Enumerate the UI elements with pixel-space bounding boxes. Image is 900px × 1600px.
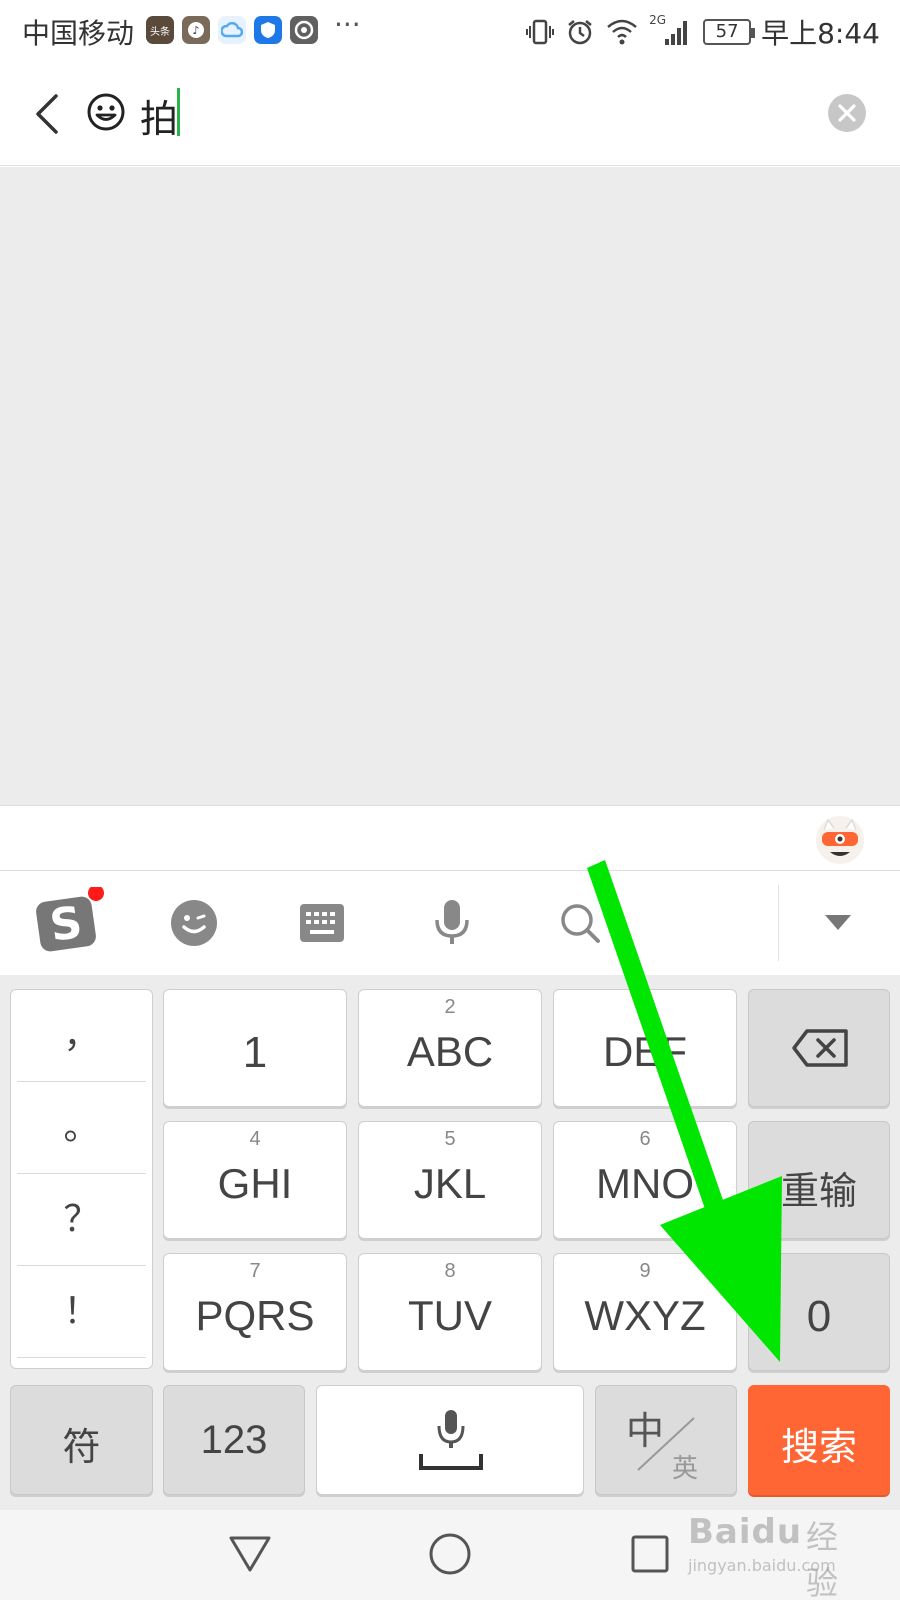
toolbar-divider [778,885,779,961]
clear-button[interactable] [828,94,866,132]
notification-icons: 头条 ♪ [146,16,318,44]
alarm-icon [568,20,592,45]
clock: 早上8:44 [761,17,880,50]
space-mic-icon [419,1410,483,1470]
ime-toolbar: S [0,871,900,975]
search-header: 拍 [0,62,900,166]
punct-question-key[interactable]: ？ [17,1174,146,1266]
mic-icon[interactable] [420,891,484,955]
keyboard: ， 。 ？ ！ 1 2 ABC DEF 4 GHI 5 JKL 6 MNO 重输… [0,975,900,1510]
cloud-app-icon [218,16,246,44]
key-mno[interactable]: 6 MNO [553,1121,737,1239]
candidate-bar [0,805,900,871]
watermark-brand: Baidu [688,1512,803,1552]
signal-icon: 2G [649,13,693,47]
chevron-left-icon [36,94,58,134]
backspace-icon [792,1029,848,1067]
camera-app-icon [290,16,318,44]
emoji-button[interactable] [86,92,126,132]
numbers-key[interactable]: 123 [163,1385,305,1495]
search-submit-key[interactable]: 搜索 [748,1385,890,1495]
toutiao-icon: 头条 [146,16,174,44]
baidu-jingyan-watermark: Baidu 经验 jingyan.baidu.com [688,1512,838,1600]
space-key[interactable] [316,1385,584,1495]
battery-indicator: 57 [703,19,756,45]
wifi-icon [607,19,637,45]
punct-period-key[interactable]: 。 [17,1082,146,1174]
watermark-url: jingyan.baidu.com [688,1556,836,1575]
key-pqrs[interactable]: 7 PQRS [163,1253,347,1371]
sogou-logo[interactable]: S [32,887,104,955]
recents-square-icon[interactable] [630,1534,670,1574]
punctuation-list: ， 。 ？ ！ [10,989,153,1369]
home-circle-icon[interactable] [428,1532,472,1576]
close-icon [838,104,856,122]
punct-exclaim-key[interactable]: ！ [17,1266,146,1358]
key-tuv[interactable]: 8 TUV [358,1253,542,1371]
collapse-icon[interactable] [806,891,870,955]
shield-app-icon [254,16,282,44]
search-icon[interactable] [548,891,612,955]
carrier-name: 中国移动 [22,17,135,50]
reinput-key[interactable]: 重输 [748,1121,890,1239]
symbols-key[interactable]: 符 [10,1385,153,1495]
key-1[interactable]: 1 [163,989,347,1107]
key-def[interactable]: DEF [553,989,737,1107]
key-jkl[interactable]: 5 JKL [358,1121,542,1239]
back-button[interactable] [26,86,66,142]
punct-comma-key[interactable]: ， [17,990,146,1082]
more-notifications-icon: ··· [334,8,361,41]
key-ghi[interactable]: 4 GHI [163,1121,347,1239]
backspace-key[interactable] [748,989,890,1107]
key-abc[interactable]: 2 ABC [358,989,542,1107]
keyboard-icon[interactable] [290,891,354,955]
emoji-icon[interactable] [162,891,226,955]
key-wxyz[interactable]: 9 WXYZ [553,1253,737,1371]
ime-mascot-icon[interactable] [816,816,864,864]
search-input[interactable]: 拍 [140,88,178,143]
douyin-icon: ♪ [182,16,210,44]
key-0[interactable]: 0 [748,1253,890,1371]
svg-text:♪: ♪ [192,24,199,37]
back-triangle-icon[interactable] [228,1534,272,1574]
smiley-icon [87,93,125,131]
status-bar: 中国移动 头条 ♪ ··· 2G 57 早上8:44 [0,0,900,62]
vibrate-icon [526,19,555,45]
language-switch-key[interactable]: 中 英 [595,1385,737,1495]
results-area [0,167,900,805]
text-cursor [177,88,180,136]
